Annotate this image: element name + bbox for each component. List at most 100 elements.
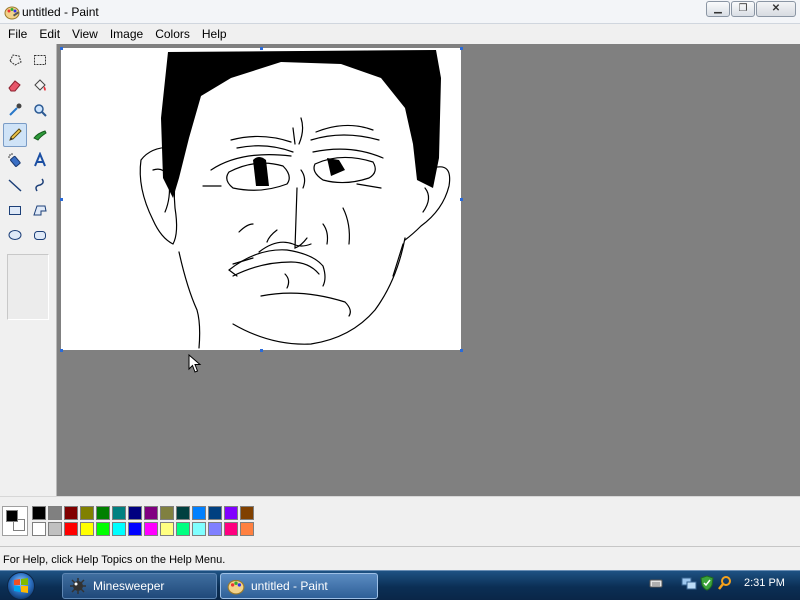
color-swatch[interactable]	[96, 522, 110, 536]
tool-line[interactable]	[3, 173, 27, 197]
start-button[interactable]	[7, 572, 35, 600]
resize-handle	[60, 47, 63, 50]
eyedropper-icon	[9, 103, 22, 116]
color-palette	[0, 496, 800, 546]
tool-select[interactable]	[28, 48, 52, 72]
rounded-rectangle-icon	[34, 231, 46, 240]
eraser-icon	[8, 80, 21, 92]
color-swatch[interactable]	[240, 506, 254, 520]
color-swatch[interactable]	[240, 522, 254, 536]
color-swatch[interactable]	[48, 522, 62, 536]
color-swatch[interactable]	[144, 506, 158, 520]
menu-view[interactable]: View	[66, 25, 104, 43]
color-swatch[interactable]	[192, 506, 206, 520]
color-swatch[interactable]	[112, 506, 126, 520]
resize-handle	[260, 47, 263, 50]
color-swatch[interactable]	[112, 522, 126, 536]
keyboard-icon[interactable]	[648, 575, 664, 591]
status-bar: For Help, click Help Topics on the Help …	[0, 546, 800, 570]
resize-handle	[60, 349, 63, 352]
title-bar[interactable]: untitled - Paint ▁ ❐ ✕	[0, 0, 800, 24]
color-swatch[interactable]	[192, 522, 206, 536]
tool-ellipse[interactable]	[3, 223, 27, 247]
ellipse-icon	[8, 230, 22, 240]
curve-icon	[35, 178, 44, 192]
current-colors	[2, 506, 28, 536]
color-swatch[interactable]	[80, 506, 94, 520]
color-swatch[interactable]	[32, 522, 46, 536]
foreground-color-swatch[interactable]	[6, 510, 18, 522]
menu-colors[interactable]: Colors	[149, 25, 196, 43]
polygon-icon	[33, 205, 47, 216]
network-icon[interactable]	[681, 575, 697, 591]
close-button[interactable]: ✕	[756, 1, 796, 17]
tool-rectangle[interactable]	[3, 198, 27, 222]
tool-pencil[interactable]	[3, 123, 27, 147]
brush-icon	[33, 130, 47, 141]
color-swatch[interactable]	[160, 522, 174, 536]
rect-select-icon	[34, 55, 46, 65]
minesweeper-icon	[70, 578, 86, 594]
workspace	[57, 44, 800, 496]
windows-logo-icon	[14, 578, 28, 593]
resize-handle	[460, 47, 463, 50]
magnifier-icon	[34, 104, 47, 117]
taskbar-button-paint[interactable]: untitled - Paint	[220, 573, 378, 599]
line-icon	[8, 179, 22, 192]
tool-airbrush[interactable]	[3, 148, 27, 172]
color-swatch[interactable]	[48, 506, 62, 520]
tool-magnifier[interactable]	[28, 98, 52, 122]
color-swatch[interactable]	[208, 506, 222, 520]
tool-options-box[interactable]	[7, 254, 49, 320]
mouse-cursor-icon	[188, 354, 202, 373]
pencil-icon	[9, 128, 22, 141]
taskbar-button-label: untitled - Paint	[251, 579, 328, 593]
color-swatch[interactable]	[176, 506, 190, 520]
color-swatch[interactable]	[128, 522, 142, 536]
color-swatch[interactable]	[160, 506, 174, 520]
color-swatch[interactable]	[64, 522, 78, 536]
tool-text[interactable]	[28, 148, 52, 172]
maximize-icon: ❐	[738, 3, 748, 14]
tool-curve[interactable]	[28, 173, 52, 197]
tool-free-form-select[interactable]	[3, 48, 27, 72]
tool-rounded-rectangle[interactable]	[28, 223, 52, 247]
resize-handle[interactable]	[460, 349, 463, 352]
paint-app-icon	[4, 6, 20, 20]
rectangle-icon	[9, 206, 21, 215]
color-swatch[interactable]	[32, 506, 46, 520]
color-swatch[interactable]	[128, 506, 142, 520]
minimize-icon: ▁	[714, 3, 722, 14]
toolbox	[0, 44, 57, 496]
color-swatch[interactable]	[64, 506, 78, 520]
color-swatch[interactable]	[176, 522, 190, 536]
tool-polygon[interactable]	[28, 198, 52, 222]
color-swatch[interactable]	[224, 522, 238, 536]
tool-brush[interactable]	[28, 123, 52, 147]
color-swatch[interactable]	[144, 522, 158, 536]
resize-handle[interactable]	[260, 349, 263, 352]
color-swatch[interactable]	[96, 506, 110, 520]
status-help-text: For Help, click Help Topics on the Help …	[3, 554, 226, 566]
tool-fill-with-color[interactable]	[28, 73, 52, 97]
face-drawing	[139, 50, 451, 349]
tool-eraser[interactable]	[3, 73, 27, 97]
menu-image[interactable]: Image	[104, 25, 149, 43]
color-swatch[interactable]	[208, 522, 222, 536]
taskbar: Minesweeper untitled - Paint 2:31 PM	[0, 570, 800, 600]
taskbar-clock[interactable]: 2:31 PM	[744, 577, 785, 589]
security-icon[interactable]	[699, 575, 715, 591]
resize-handle[interactable]	[460, 198, 463, 201]
menu-file[interactable]: File	[2, 25, 33, 43]
taskbar-button-minesweeper[interactable]: Minesweeper	[62, 573, 217, 599]
menu-help[interactable]: Help	[196, 25, 233, 43]
search-icon[interactable]	[717, 575, 733, 591]
tool-pick-color[interactable]	[3, 98, 27, 122]
drawing-canvas[interactable]	[61, 48, 461, 350]
color-swatch[interactable]	[224, 506, 238, 520]
maximize-button[interactable]: ❐	[731, 1, 755, 17]
menu-edit[interactable]: Edit	[33, 25, 66, 43]
color-swatch[interactable]	[80, 522, 94, 536]
minimize-button[interactable]: ▁	[706, 1, 730, 17]
paint-app-icon	[227, 579, 245, 595]
